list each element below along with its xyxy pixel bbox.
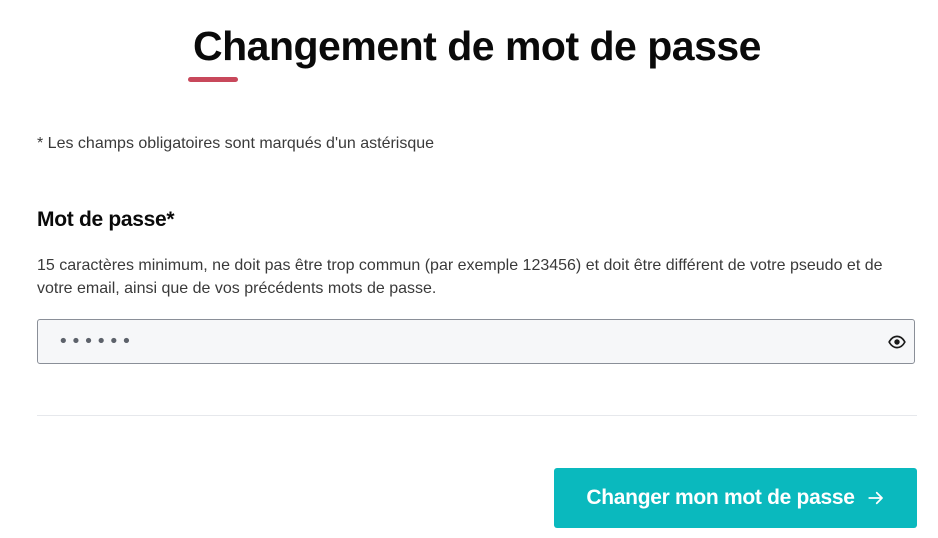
arrow-right-icon: [867, 491, 883, 505]
eye-icon[interactable]: [888, 333, 906, 351]
password-field: [37, 319, 915, 364]
title-accent-underline: [188, 77, 238, 82]
section-divider: [37, 415, 917, 416]
change-password-button-label: Changer mon mot de passe: [586, 486, 855, 509]
page-title: Changement de mot de passe: [193, 23, 761, 69]
password-hint: 15 caractères minimum, ne doit pas être …: [37, 257, 883, 297]
required-fields-note: * Les champs obligatoires sont marqués d…: [37, 135, 435, 152]
password-label: Mot de passe*: [37, 208, 175, 231]
change-password-button[interactable]: Changer mon mot de passe: [554, 468, 917, 528]
password-input[interactable]: [38, 320, 878, 363]
eye-icon-glyph: [888, 335, 906, 349]
password-change-page: Changement de mot de passe * Les champs …: [0, 0, 938, 538]
